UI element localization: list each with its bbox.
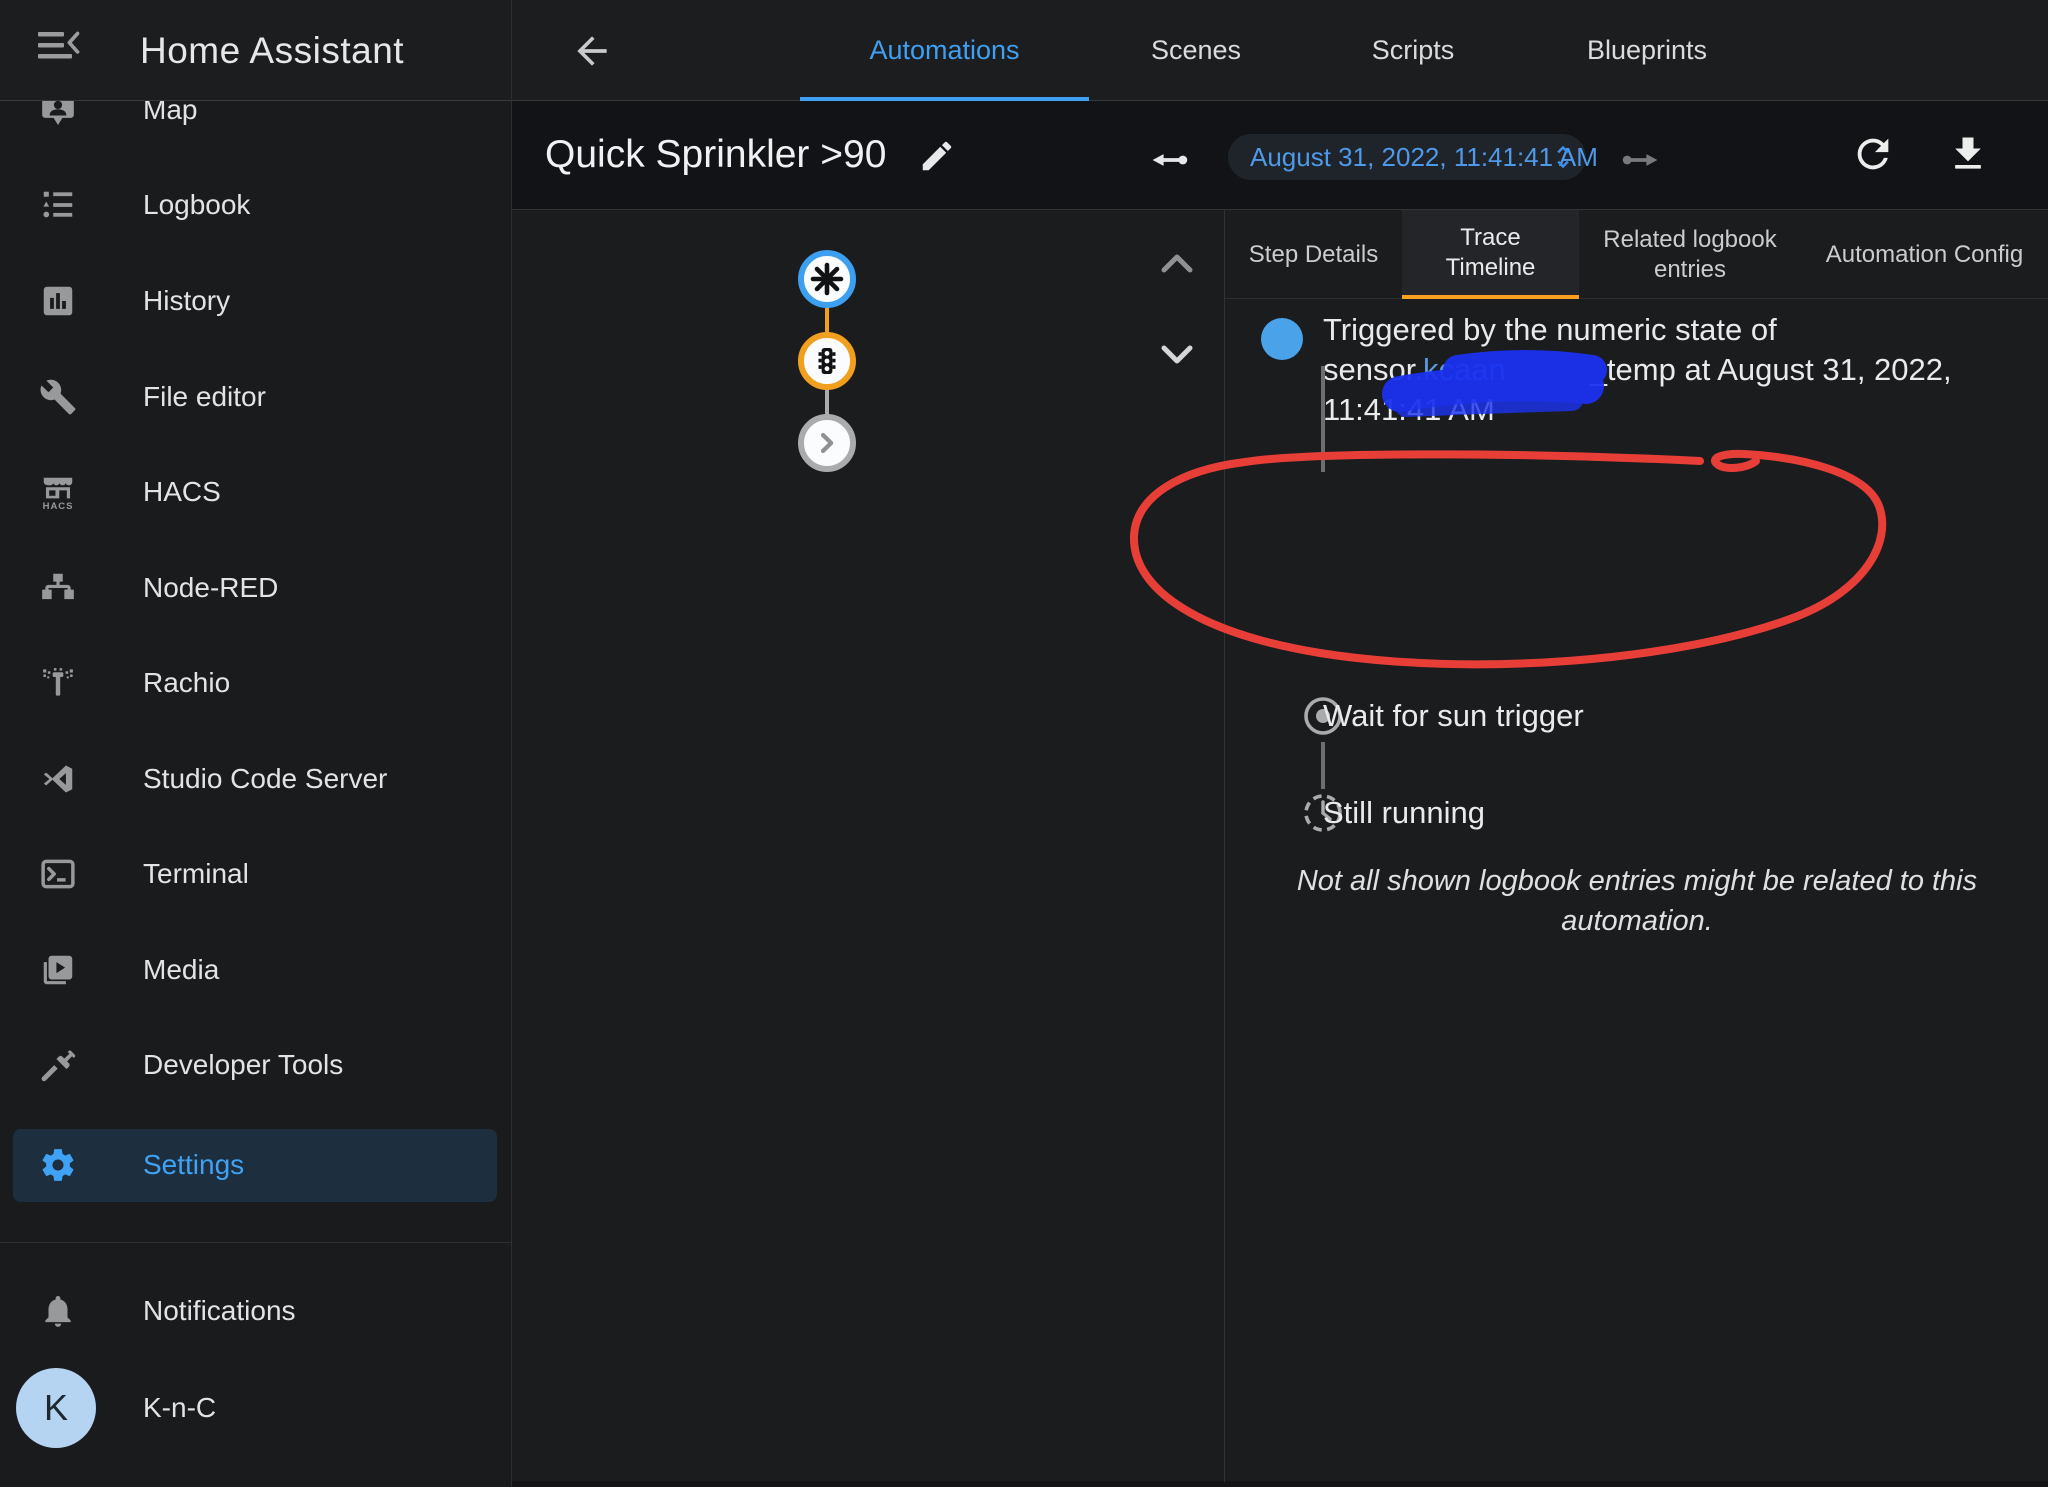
timeline-connector	[1321, 742, 1325, 789]
sidebar-item-logbook[interactable]: Logbook	[0, 169, 511, 241]
trace-tab-label: Step Details	[1249, 240, 1378, 270]
trace-tab-label: Related logbook entries	[1593, 225, 1787, 285]
edit-pencil-icon[interactable]	[918, 137, 956, 180]
sidebar-item-label: Terminal	[143, 858, 249, 890]
trace-timeline-panel: Triggered by the numeric state of sensor…	[1225, 299, 2048, 1479]
trace-timestamp-value: August 31, 2022, 11:41:41 AM	[1250, 142, 1598, 173]
sidebar-item-node-red[interactable]: Node-RED	[0, 552, 511, 624]
graph-node-action[interactable]	[798, 414, 856, 472]
download-icon[interactable]	[1946, 132, 1990, 181]
trigger-text-line1: Triggered by the numeric state of	[1323, 310, 1952, 350]
sprinkler-icon	[39, 664, 77, 702]
sidebar: Map Logbook History File editor	[0, 0, 512, 1487]
sidebar-item-label: File editor	[143, 381, 266, 413]
tab-label: Blueprints	[1587, 35, 1707, 66]
logbook-icon	[39, 186, 77, 224]
sidebar-item-label: Settings	[143, 1149, 244, 1181]
timeline-connector	[1321, 366, 1325, 472]
graph-node-trigger[interactable]	[798, 250, 856, 308]
media-play-icon	[39, 951, 77, 989]
trace-tab-step-details[interactable]: Step Details	[1225, 210, 1402, 299]
sidebar-item-history[interactable]: History	[0, 265, 511, 337]
tab-label: Scenes	[1151, 35, 1241, 66]
sidebar-header: Home Assistant	[0, 0, 511, 101]
home-assistant-window: Map Logbook History File editor	[0, 0, 2048, 1487]
sitemap-icon	[39, 569, 77, 607]
trace-tab-related-logbook-entries[interactable]: Related logbook entries	[1579, 210, 1801, 299]
sidebar-item-hacs[interactable]: HACS HACS	[0, 456, 511, 528]
tab-scenes[interactable]: Scenes	[1089, 0, 1303, 101]
timeline-entry-wait: Wait for sun trigger	[1323, 696, 1584, 736]
trigger-text-line2-rest: _temp at August 31, 2022,	[1590, 352, 1952, 387]
trace-tab-automation-config[interactable]: Automation Config	[1801, 210, 2048, 299]
sidebar-item-label: Media	[143, 954, 219, 986]
sidebar-item-label: History	[143, 285, 230, 317]
entity-prefix: sensor	[1323, 352, 1414, 387]
trigger-text-line3: 11:41:41 AM	[1323, 390, 1952, 430]
trace-tab-label: Trace Timeline	[1416, 223, 1565, 283]
timeline-entry-still-running: Still running	[1323, 793, 1485, 833]
wait-step-label: Wait for sun trigger	[1323, 698, 1584, 733]
sidebar-item-label: Developer Tools	[143, 1049, 343, 1081]
main-header: Automations Scenes Scripts Blueprints	[512, 0, 2048, 101]
active-tab-underline	[800, 97, 1089, 101]
sidebar-item-file-editor[interactable]: File editor	[0, 361, 511, 433]
sidebar-item-label: Notifications	[143, 1295, 296, 1327]
gear-icon	[39, 1146, 77, 1184]
sidebar-item-terminal[interactable]: Terminal	[0, 838, 511, 910]
sidebar-item-media[interactable]: Media	[0, 934, 511, 1006]
previous-trace-icon[interactable]	[1148, 138, 1192, 187]
trace-tab-trace-timeline[interactable]: Trace Timeline	[1402, 210, 1579, 299]
trace-tab-label: Automation Config	[1826, 240, 2023, 270]
tab-label: Automations	[869, 35, 1019, 66]
app-title: Home Assistant	[140, 0, 404, 101]
sidebar-item-label: Studio Code Server	[143, 763, 387, 795]
vscode-icon	[39, 760, 77, 798]
graph-move-down-icon[interactable]	[1156, 340, 1198, 375]
timeline-entry-triggered: Triggered by the numeric state of sensor…	[1323, 310, 1952, 430]
sidebar-item-studio-code-server[interactable]: Studio Code Server	[0, 743, 511, 815]
avatar-initial: K	[44, 1387, 68, 1429]
tab-blueprints[interactable]: Blueprints	[1523, 0, 1771, 101]
refresh-icon[interactable]	[1850, 131, 1896, 182]
bell-icon	[39, 1292, 77, 1330]
back-arrow-icon[interactable]	[570, 29, 614, 78]
timeline-trigger-dot	[1261, 318, 1303, 360]
terminal-icon	[39, 855, 77, 893]
sidebar-item-developer-tools[interactable]: Developer Tools	[0, 1029, 511, 1101]
trace-toolbar: Quick Sprinkler >90 August 31, 2022, 11:…	[512, 101, 2048, 209]
graph-node-condition[interactable]	[798, 332, 856, 390]
next-trace-icon[interactable]	[1618, 138, 1662, 187]
wrench-icon	[39, 378, 77, 416]
sidebar-item-label: Logbook	[143, 189, 250, 221]
graph-move-up-icon[interactable]	[1156, 248, 1198, 283]
sidebar-item-label: HACS	[143, 476, 221, 508]
trigger-text-line2: sensor.kcaan _temp at August 31, 2022,	[1323, 350, 1952, 390]
sidebar-toggle-button[interactable]	[30, 22, 88, 80]
user-name-label: K-n-C	[143, 1392, 216, 1424]
tab-automations[interactable]: Automations	[800, 0, 1089, 101]
logbook-note: Not all shown logbook entries might be r…	[1275, 861, 1999, 941]
sidebar-item-notifications[interactable]: Notifications	[0, 1275, 511, 1347]
automation-title: Quick Sprinkler >90	[545, 101, 886, 209]
still-running-label: Still running	[1323, 795, 1485, 830]
trace-tabbar: Step Details Trace Timeline Related logb…	[1225, 210, 2048, 299]
svg-text:HACS: HACS	[43, 501, 74, 511]
sidebar-item-label: Rachio	[143, 667, 230, 699]
avatar[interactable]: K	[16, 1368, 96, 1448]
sidebar-item-settings[interactable]: Settings	[0, 1129, 511, 1201]
sidebar-item-rachio[interactable]: Rachio	[0, 647, 511, 719]
hacs-store-icon: HACS	[39, 473, 77, 511]
tab-label: Scripts	[1372, 35, 1455, 66]
tab-scripts[interactable]: Scripts	[1303, 0, 1523, 101]
entity-link[interactable]: .kcaan	[1414, 352, 1505, 387]
sidebar-item-label: Node-RED	[143, 572, 278, 604]
trace-card: Step Details Trace Timeline Related logb…	[512, 209, 2048, 1481]
trace-timestamp-select[interactable]: August 31, 2022, 11:41:41 AM	[1228, 134, 1586, 180]
hammer-icon	[39, 1046, 77, 1084]
sidebar-divider	[0, 1242, 511, 1243]
history-chart-icon	[39, 282, 77, 320]
unfold-more-icon	[1548, 142, 1578, 177]
